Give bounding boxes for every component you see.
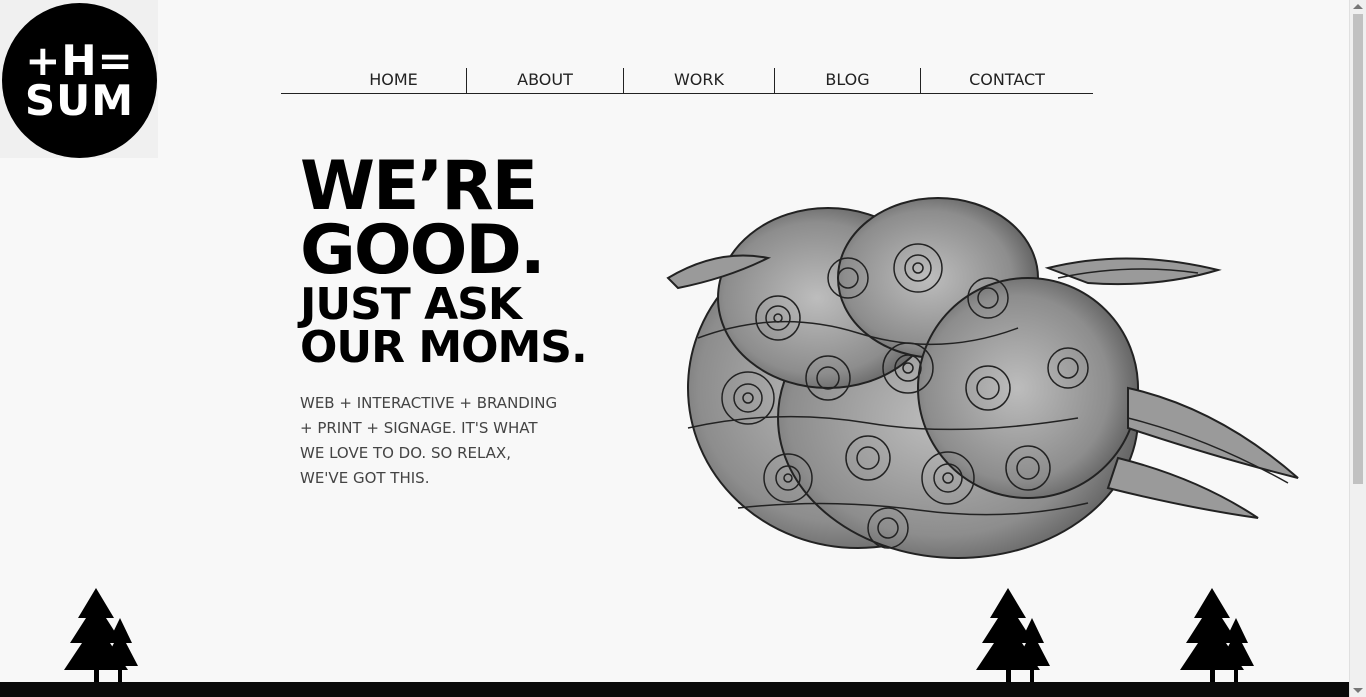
logo-container[interactable]: +H= SUM: [0, 0, 158, 158]
tagline-line-4: WE'VE GOT THIS.: [300, 469, 430, 487]
nav-item-contact[interactable]: CONTACT: [920, 68, 1093, 93]
hero-headline: WE’RE GOOD. JUST ASK OUR MOMS.: [300, 147, 588, 373]
pine-tree-icon: [1180, 588, 1254, 684]
scrollbar[interactable]: [1349, 0, 1366, 697]
tagline-line-3: WE LOVE TO DO. SO RELAX,: [300, 444, 511, 462]
scroll-down-icon[interactable]: [1353, 688, 1363, 693]
nav-item-blog[interactable]: BLOG: [774, 68, 920, 93]
nav-item-work[interactable]: WORK: [623, 68, 774, 93]
headline-line-2: GOOD.: [300, 211, 546, 290]
pine-tree-icon: [64, 588, 138, 684]
logo-line-2: SUM: [24, 75, 135, 125]
scroll-up-icon[interactable]: [1353, 4, 1363, 9]
tagline-line-1: WEB + INTERACTIVE + BRANDING: [300, 394, 558, 412]
page: +H= SUM HOME ABOUT WORK BLOG CONTACT WE’…: [0, 0, 1366, 697]
tagline-line-2: + PRINT + SIGNAGE. IT'S WHAT: [300, 419, 538, 437]
logo[interactable]: +H= SUM: [2, 3, 157, 158]
logo-line-1: +H=: [25, 35, 134, 85]
main-nav: HOME ABOUT WORK BLOG CONTACT: [281, 68, 1093, 94]
nav-item-home[interactable]: HOME: [281, 68, 466, 93]
hero-tagline: WEB + INTERACTIVE + BRANDING + PRINT + S…: [300, 391, 570, 491]
headline-line-4: OUR MOMS.: [300, 322, 588, 373]
nav-item-about[interactable]: ABOUT: [466, 68, 623, 93]
cloud-illustration-icon: [666, 197, 1299, 559]
scrollbar-thumb[interactable]: [1353, 14, 1363, 484]
pine-tree-icon: [976, 588, 1050, 684]
footer-bar: [0, 682, 1350, 697]
headline-line-1: WE’RE: [300, 147, 538, 226]
